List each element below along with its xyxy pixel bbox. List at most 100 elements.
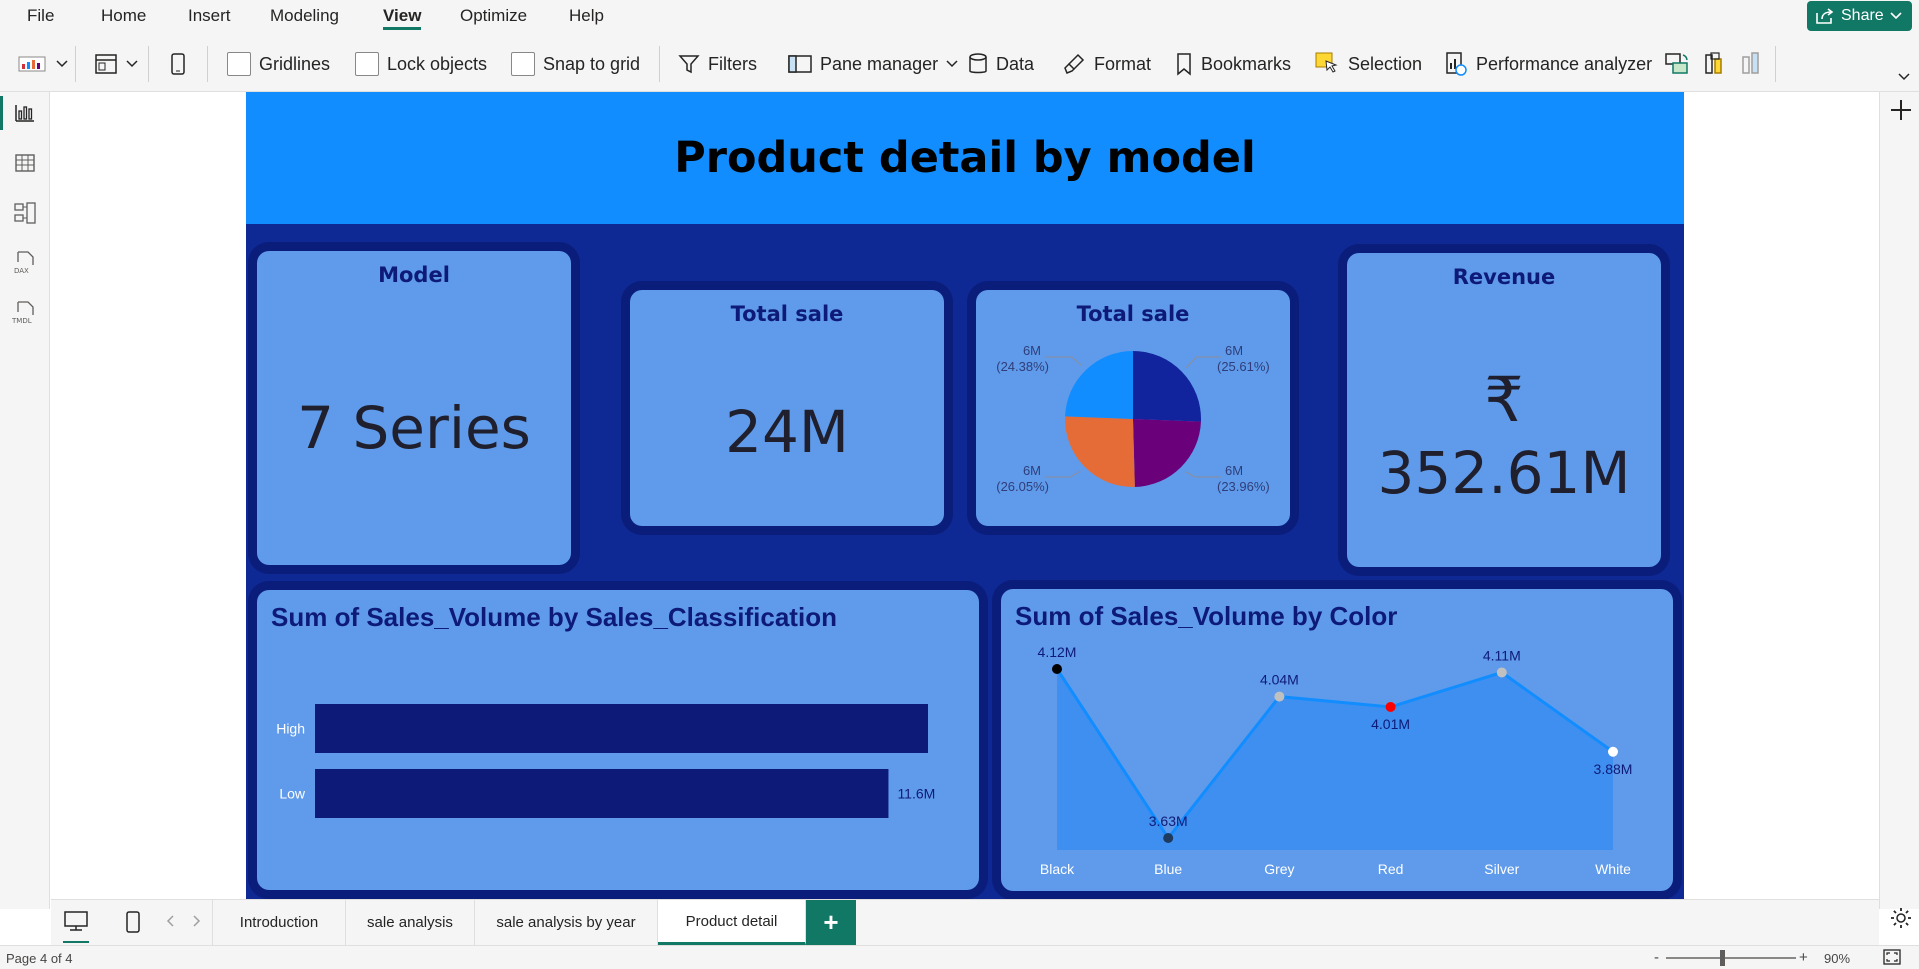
settings-button[interactable] xyxy=(1889,906,1913,930)
report-view-icon[interactable] xyxy=(10,98,40,128)
right-rail xyxy=(1879,92,1919,928)
page-indicator: Page 4 of 4 xyxy=(6,951,73,966)
pie-slice xyxy=(1133,419,1201,487)
bar-data-label: 11.6M xyxy=(897,786,935,802)
filters-button[interactable]: Filters xyxy=(678,50,757,78)
tab-sale-analysis-by-year[interactable]: sale analysis by year xyxy=(475,900,658,945)
format-button[interactable]: Format xyxy=(1062,50,1151,78)
zoom-slider-track[interactable] xyxy=(1666,957,1796,959)
checkbox-icon xyxy=(355,52,379,76)
data-label: 4.01M xyxy=(1371,716,1410,732)
page-view-dropdown[interactable] xyxy=(94,50,138,78)
page-tabs-bar: Introduction sale analysis sale analysis… xyxy=(51,899,1879,945)
page-title: Product detail by model xyxy=(674,133,1256,183)
zoom-slider-thumb[interactable] xyxy=(1720,950,1725,966)
chevron-right-icon xyxy=(193,915,201,927)
database-icon xyxy=(969,53,987,74)
pie-value-label: 6M xyxy=(1023,463,1041,478)
ribbon-divider xyxy=(659,46,660,82)
ribbon-divider xyxy=(75,46,76,82)
area-chart-card[interactable]: Sum of Sales_Volume by Color 4.12M Black 3… xyxy=(1001,589,1673,891)
menu-insert[interactable]: Insert xyxy=(188,6,231,30)
sync-slicers-button[interactable] xyxy=(1664,50,1690,78)
total-sale-card[interactable]: Total sale 24M xyxy=(630,290,944,526)
dax-query-icon[interactable]: DAX xyxy=(10,248,40,278)
menu-view[interactable]: View xyxy=(383,6,422,30)
menu-file[interactable]: File xyxy=(27,6,54,30)
pie-slice xyxy=(1065,351,1133,419)
tab-sale-analysis[interactable]: sale analysis xyxy=(346,900,475,945)
title-banner: Product detail by model xyxy=(246,92,1684,224)
zoom-in-button[interactable]: + xyxy=(1799,949,1808,966)
revenue-card[interactable]: Revenue ₹ 352.61M xyxy=(1347,253,1661,567)
snap-to-grid-checkbox[interactable]: Snap to grid xyxy=(511,50,640,78)
pie-leader-line xyxy=(1045,470,1081,478)
pie-percent-label: (24.38%) xyxy=(996,359,1049,374)
menu-optimize[interactable]: Optimize xyxy=(460,6,527,30)
selection-label: Selection xyxy=(1348,53,1423,74)
x-tick-label: Red xyxy=(1378,861,1404,877)
scroll-tabs-right-button[interactable] xyxy=(191,914,201,931)
data-label: 3.63M xyxy=(1149,813,1188,829)
ribbon-divider xyxy=(207,46,208,82)
ribbon: Gridlines Lock objects Snap to grid Filt… xyxy=(0,36,1919,92)
checkbox-icon xyxy=(227,52,251,76)
data-point xyxy=(1496,667,1507,678)
ribbon-collapse-button[interactable] xyxy=(1898,70,1910,84)
pane-manager-button[interactable]: Pane manager xyxy=(788,50,958,78)
gridlines-checkbox[interactable]: Gridlines xyxy=(227,50,330,78)
data-point xyxy=(1274,691,1285,702)
data-point xyxy=(1163,833,1174,843)
selection-button[interactable]: Selection xyxy=(1314,50,1422,78)
data-button[interactable]: Data xyxy=(968,50,1034,78)
pie-percent-label: (23.96%) xyxy=(1217,479,1270,494)
performance-analyzer-button[interactable]: Performance analyzer xyxy=(1444,50,1652,78)
model-view-icon[interactable] xyxy=(10,198,40,228)
tab-product-detail[interactable]: Product detail xyxy=(658,900,806,945)
data-point xyxy=(1385,701,1396,712)
status-bar: Page 4 of 4 - + 90% xyxy=(0,945,1919,969)
lock-objects-label: Lock objects xyxy=(387,53,488,74)
desktop-icon xyxy=(64,911,88,931)
pie-chart-card[interactable]: Total sale 6M (25.61%) 6M (23.96%) 6M (26.05%… xyxy=(976,290,1290,526)
data-point xyxy=(1052,664,1062,674)
bookmark-icon xyxy=(1177,53,1191,76)
total-sale-card-value: 24M xyxy=(725,398,849,466)
share-button[interactable]: Share xyxy=(1807,1,1912,31)
menu-bar: File Home Insert Modeling View Optimize … xyxy=(0,0,1919,36)
theme-icon xyxy=(18,56,46,72)
lock-objects-checkbox[interactable]: Lock objects xyxy=(355,50,487,78)
selection-icon xyxy=(1315,52,1338,73)
bar-chart: High Low 11.6M xyxy=(276,704,935,818)
mobile-icon xyxy=(171,53,185,75)
x-tick-label: White xyxy=(1595,861,1631,877)
pane-manager-icon xyxy=(788,55,812,73)
menu-home[interactable]: Home xyxy=(101,6,146,30)
menu-modeling[interactable]: Modeling xyxy=(270,6,339,30)
field-parameters-icon xyxy=(1705,52,1722,74)
chevron-down-icon xyxy=(1890,12,1902,20)
zoom-out-button[interactable]: - xyxy=(1654,949,1659,966)
mobile-icon xyxy=(126,911,140,933)
add-pane-button[interactable] xyxy=(1889,98,1913,122)
tmdl-view-icon[interactable]: TMDL xyxy=(10,298,40,328)
add-page-button[interactable]: + xyxy=(806,900,856,945)
x-tick-label: Black xyxy=(1040,861,1075,877)
menu-help[interactable]: Help xyxy=(569,6,604,30)
theme-dropdown[interactable] xyxy=(18,50,68,78)
model-card[interactable]: Model 7 Series xyxy=(257,251,571,565)
fit-to-page-button[interactable] xyxy=(1883,949,1901,968)
chart-options-icon xyxy=(1742,52,1759,74)
field-parameters-button[interactable] xyxy=(1703,50,1729,78)
mobile-layout-tab-button[interactable] xyxy=(125,910,141,939)
bookmarks-button[interactable]: Bookmarks xyxy=(1175,50,1291,78)
chart-options-button[interactable] xyxy=(1740,50,1764,78)
x-tick-label: Grey xyxy=(1264,861,1294,877)
table-view-icon[interactable] xyxy=(10,148,40,178)
tab-introduction[interactable]: Introduction xyxy=(212,900,346,945)
desktop-layout-button[interactable] xyxy=(63,910,89,937)
bar-chart-card[interactable]: Sum of Sales_Volume by Sales_Classificat… xyxy=(257,590,979,890)
bookmarks-label: Bookmarks xyxy=(1201,53,1292,74)
mobile-layout-button[interactable] xyxy=(170,50,186,78)
scroll-tabs-left-button[interactable] xyxy=(166,914,176,931)
